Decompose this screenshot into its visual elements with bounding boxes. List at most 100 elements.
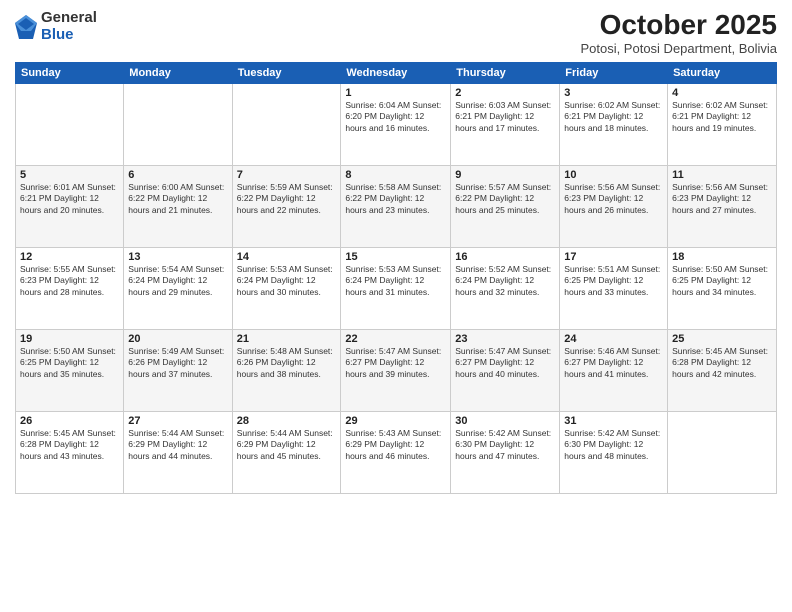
day-info: Sunrise: 6:04 AM Sunset: 6:20 PM Dayligh… (345, 100, 446, 134)
title-block: October 2025 Potosi, Potosi Department, … (580, 10, 777, 56)
day-info: Sunrise: 5:45 AM Sunset: 6:28 PM Dayligh… (672, 346, 772, 380)
logo-blue: Blue (41, 27, 97, 44)
day-number: 19 (20, 333, 119, 345)
table-row: 17Sunrise: 5:51 AM Sunset: 6:25 PM Dayli… (560, 247, 668, 329)
logo-icon (15, 13, 37, 41)
day-number: 24 (564, 333, 663, 345)
day-number: 4 (672, 87, 772, 99)
day-number: 28 (237, 415, 337, 427)
day-info: Sunrise: 6:00 AM Sunset: 6:22 PM Dayligh… (128, 182, 227, 216)
day-number: 10 (564, 169, 663, 181)
day-info: Sunrise: 5:42 AM Sunset: 6:30 PM Dayligh… (455, 428, 555, 462)
week-row-1: 5Sunrise: 6:01 AM Sunset: 6:21 PM Daylig… (16, 165, 777, 247)
table-row: 14Sunrise: 5:53 AM Sunset: 6:24 PM Dayli… (232, 247, 341, 329)
day-number: 9 (455, 169, 555, 181)
table-row: 26Sunrise: 5:45 AM Sunset: 6:28 PM Dayli… (16, 411, 124, 493)
table-row: 31Sunrise: 5:42 AM Sunset: 6:30 PM Dayli… (560, 411, 668, 493)
day-info: Sunrise: 5:54 AM Sunset: 6:24 PM Dayligh… (128, 264, 227, 298)
day-number: 7 (237, 169, 337, 181)
table-row: 24Sunrise: 5:46 AM Sunset: 6:27 PM Dayli… (560, 329, 668, 411)
week-row-4: 26Sunrise: 5:45 AM Sunset: 6:28 PM Dayli… (16, 411, 777, 493)
table-row: 18Sunrise: 5:50 AM Sunset: 6:25 PM Dayli… (668, 247, 777, 329)
day-info: Sunrise: 5:51 AM Sunset: 6:25 PM Dayligh… (564, 264, 663, 298)
table-row (16, 83, 124, 165)
day-info: Sunrise: 5:42 AM Sunset: 6:30 PM Dayligh… (564, 428, 663, 462)
day-info: Sunrise: 5:56 AM Sunset: 6:23 PM Dayligh… (672, 182, 772, 216)
calendar: Sunday Monday Tuesday Wednesday Thursday… (15, 62, 777, 494)
page: General Blue October 2025 Potosi, Potosi… (0, 0, 792, 612)
day-info: Sunrise: 5:55 AM Sunset: 6:23 PM Dayligh… (20, 264, 119, 298)
day-number: 22 (345, 333, 446, 345)
day-number: 30 (455, 415, 555, 427)
table-row: 21Sunrise: 5:48 AM Sunset: 6:26 PM Dayli… (232, 329, 341, 411)
table-row: 11Sunrise: 5:56 AM Sunset: 6:23 PM Dayli… (668, 165, 777, 247)
day-number: 20 (128, 333, 227, 345)
day-info: Sunrise: 5:59 AM Sunset: 6:22 PM Dayligh… (237, 182, 337, 216)
day-number: 14 (237, 251, 337, 263)
table-row: 25Sunrise: 5:45 AM Sunset: 6:28 PM Dayli… (668, 329, 777, 411)
day-number: 31 (564, 415, 663, 427)
col-tuesday: Tuesday (232, 62, 341, 83)
day-info: Sunrise: 6:02 AM Sunset: 6:21 PM Dayligh… (564, 100, 663, 134)
table-row: 12Sunrise: 5:55 AM Sunset: 6:23 PM Dayli… (16, 247, 124, 329)
day-number: 16 (455, 251, 555, 263)
table-row: 9Sunrise: 5:57 AM Sunset: 6:22 PM Daylig… (451, 165, 560, 247)
day-number: 2 (455, 87, 555, 99)
table-row: 8Sunrise: 5:58 AM Sunset: 6:22 PM Daylig… (341, 165, 451, 247)
table-row: 13Sunrise: 5:54 AM Sunset: 6:24 PM Dayli… (124, 247, 232, 329)
table-row: 22Sunrise: 5:47 AM Sunset: 6:27 PM Dayli… (341, 329, 451, 411)
table-row: 30Sunrise: 5:42 AM Sunset: 6:30 PM Dayli… (451, 411, 560, 493)
day-number: 26 (20, 415, 119, 427)
table-row: 27Sunrise: 5:44 AM Sunset: 6:29 PM Dayli… (124, 411, 232, 493)
day-info: Sunrise: 6:03 AM Sunset: 6:21 PM Dayligh… (455, 100, 555, 134)
table-row: 7Sunrise: 5:59 AM Sunset: 6:22 PM Daylig… (232, 165, 341, 247)
day-number: 21 (237, 333, 337, 345)
day-info: Sunrise: 5:58 AM Sunset: 6:22 PM Dayligh… (345, 182, 446, 216)
day-info: Sunrise: 5:50 AM Sunset: 6:25 PM Dayligh… (20, 346, 119, 380)
table-row: 10Sunrise: 5:56 AM Sunset: 6:23 PM Dayli… (560, 165, 668, 247)
day-number: 18 (672, 251, 772, 263)
day-number: 27 (128, 415, 227, 427)
day-number: 1 (345, 87, 446, 99)
table-row: 6Sunrise: 6:00 AM Sunset: 6:22 PM Daylig… (124, 165, 232, 247)
col-saturday: Saturday (668, 62, 777, 83)
header: General Blue October 2025 Potosi, Potosi… (15, 10, 777, 56)
day-number: 17 (564, 251, 663, 263)
day-info: Sunrise: 5:47 AM Sunset: 6:27 PM Dayligh… (455, 346, 555, 380)
table-row: 16Sunrise: 5:52 AM Sunset: 6:24 PM Dayli… (451, 247, 560, 329)
col-sunday: Sunday (16, 62, 124, 83)
logo-general: General (41, 10, 97, 27)
table-row: 15Sunrise: 5:53 AM Sunset: 6:24 PM Dayli… (341, 247, 451, 329)
header-row: Sunday Monday Tuesday Wednesday Thursday… (16, 62, 777, 83)
subtitle: Potosi, Potosi Department, Bolivia (580, 41, 777, 56)
col-friday: Friday (560, 62, 668, 83)
table-row: 5Sunrise: 6:01 AM Sunset: 6:21 PM Daylig… (16, 165, 124, 247)
day-info: Sunrise: 6:02 AM Sunset: 6:21 PM Dayligh… (672, 100, 772, 134)
day-number: 23 (455, 333, 555, 345)
table-row: 4Sunrise: 6:02 AM Sunset: 6:21 PM Daylig… (668, 83, 777, 165)
day-info: Sunrise: 5:46 AM Sunset: 6:27 PM Dayligh… (564, 346, 663, 380)
day-number: 6 (128, 169, 227, 181)
day-info: Sunrise: 5:43 AM Sunset: 6:29 PM Dayligh… (345, 428, 446, 462)
day-info: Sunrise: 5:49 AM Sunset: 6:26 PM Dayligh… (128, 346, 227, 380)
day-info: Sunrise: 5:45 AM Sunset: 6:28 PM Dayligh… (20, 428, 119, 462)
day-info: Sunrise: 5:44 AM Sunset: 6:29 PM Dayligh… (237, 428, 337, 462)
month-title: October 2025 (580, 10, 777, 41)
day-info: Sunrise: 6:01 AM Sunset: 6:21 PM Dayligh… (20, 182, 119, 216)
table-row: 3Sunrise: 6:02 AM Sunset: 6:21 PM Daylig… (560, 83, 668, 165)
week-row-2: 12Sunrise: 5:55 AM Sunset: 6:23 PM Dayli… (16, 247, 777, 329)
day-info: Sunrise: 5:44 AM Sunset: 6:29 PM Dayligh… (128, 428, 227, 462)
day-number: 15 (345, 251, 446, 263)
day-number: 3 (564, 87, 663, 99)
table-row: 23Sunrise: 5:47 AM Sunset: 6:27 PM Dayli… (451, 329, 560, 411)
day-number: 13 (128, 251, 227, 263)
table-row: 19Sunrise: 5:50 AM Sunset: 6:25 PM Dayli… (16, 329, 124, 411)
col-thursday: Thursday (451, 62, 560, 83)
week-row-3: 19Sunrise: 5:50 AM Sunset: 6:25 PM Dayli… (16, 329, 777, 411)
day-info: Sunrise: 5:50 AM Sunset: 6:25 PM Dayligh… (672, 264, 772, 298)
day-number: 5 (20, 169, 119, 181)
day-number: 12 (20, 251, 119, 263)
day-info: Sunrise: 5:53 AM Sunset: 6:24 PM Dayligh… (345, 264, 446, 298)
day-info: Sunrise: 5:48 AM Sunset: 6:26 PM Dayligh… (237, 346, 337, 380)
week-row-0: 1Sunrise: 6:04 AM Sunset: 6:20 PM Daylig… (16, 83, 777, 165)
